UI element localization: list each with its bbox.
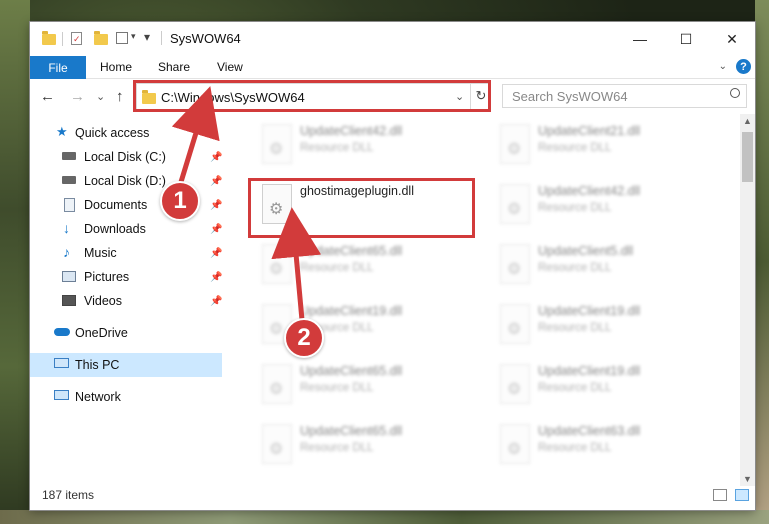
- arrow-to-address-bar: [171, 86, 220, 183]
- step-2-badge: 2: [284, 318, 324, 358]
- annotation-arrows: [171, 86, 322, 321]
- step-1-badge: 1: [160, 181, 200, 221]
- arrow-to-file: [271, 207, 322, 321]
